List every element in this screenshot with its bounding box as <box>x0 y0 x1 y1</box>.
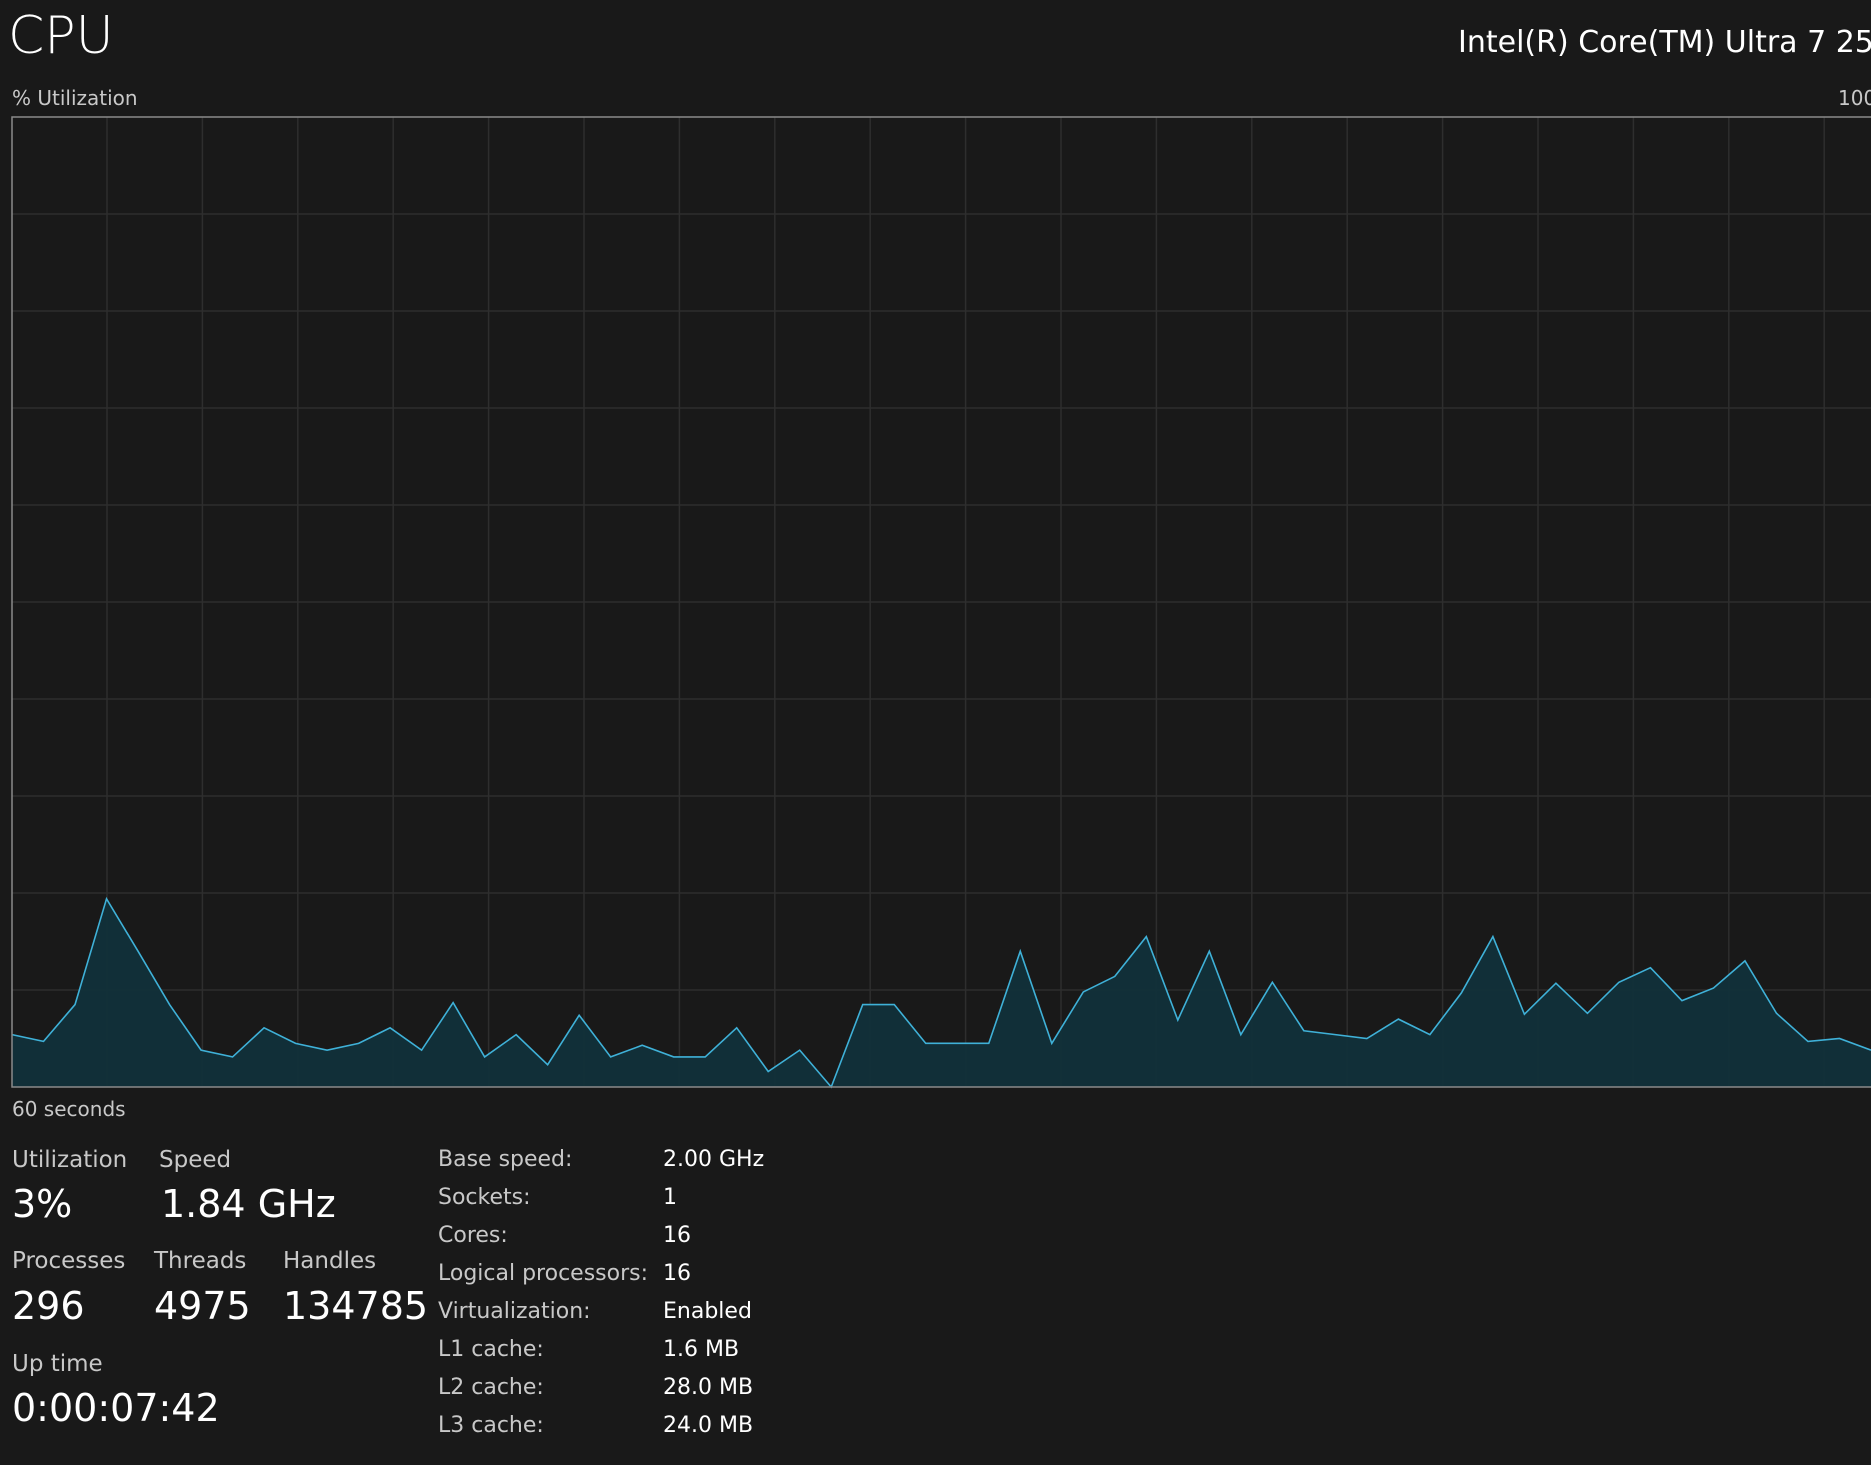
utilization-label: Utilization <box>12 1147 128 1173</box>
detail-label: L2 cache: <box>438 1375 544 1400</box>
uptime-label: Up time <box>12 1351 103 1377</box>
detail-value: 16 <box>663 1261 691 1286</box>
speed-value: 1.84 GHz <box>161 1182 336 1226</box>
x-axis-label: 60 seconds <box>12 1097 126 1121</box>
processes-label: Processes <box>12 1248 126 1274</box>
uptime-value: 0:00:07:42 <box>12 1386 220 1430</box>
speed-label: Speed <box>159 1147 232 1173</box>
utilization-value: 3% <box>12 1182 73 1226</box>
detail-value: 28.0 MB <box>663 1375 754 1400</box>
detail-label: Virtualization: <box>438 1299 591 1324</box>
detail-value: 2.00 GHz <box>663 1147 765 1172</box>
detail-label: Cores: <box>438 1223 508 1248</box>
detail-label: Base speed: <box>438 1147 573 1172</box>
detail-label: L1 cache: <box>438 1337 544 1362</box>
detail-label: Sockets: <box>438 1185 531 1210</box>
detail-value: Enabled <box>663 1299 752 1324</box>
threads-value: 4975 <box>154 1284 251 1328</box>
utilization-area <box>12 898 1871 1087</box>
threads-label: Threads <box>154 1248 247 1274</box>
detail-label: Logical processors: <box>438 1261 649 1286</box>
processes-value: 296 <box>12 1284 85 1328</box>
detail-value: 24.0 MB <box>663 1413 754 1438</box>
detail-label: L3 cache: <box>438 1413 544 1438</box>
handles-value: 134785 <box>283 1284 429 1328</box>
detail-value: 1 <box>663 1185 677 1210</box>
handles-label: Handles <box>283 1248 377 1274</box>
detail-value: 16 <box>663 1223 691 1248</box>
cpu-utilization-graph <box>11 116 1871 1089</box>
detail-value: 1.6 MB <box>663 1337 740 1362</box>
